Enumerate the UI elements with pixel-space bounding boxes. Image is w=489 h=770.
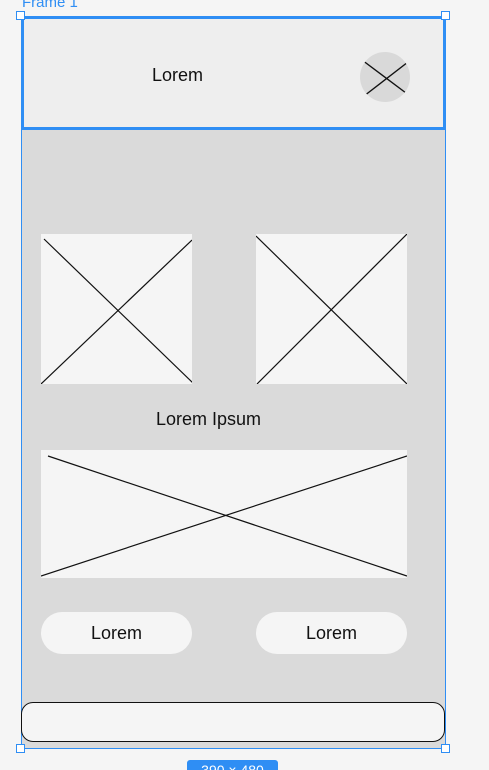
selection-handle-bottom-right[interactable] <box>441 744 450 753</box>
image-placeholder-left[interactable] <box>41 234 192 384</box>
placeholder-x-icon <box>41 238 192 384</box>
lorem-button-right[interactable]: Lorem <box>256 612 407 654</box>
placeholder-x-icon <box>256 234 407 384</box>
header-bar[interactable]: Lorem <box>21 16 446 130</box>
placeholder-x-icon <box>361 59 409 97</box>
avatar-placeholder[interactable] <box>360 52 410 102</box>
frame-label[interactable]: Frame 1 <box>22 0 78 12</box>
frame-size-badge: 390 × 480 <box>187 760 278 770</box>
section-title: Lorem Ipsum <box>156 409 262 429</box>
selection-handle-top-right[interactable] <box>441 11 450 20</box>
selection-handle-bottom-left[interactable] <box>16 744 25 753</box>
lorem-button-left[interactable]: Lorem <box>41 612 192 654</box>
image-placeholder-right[interactable] <box>256 234 407 384</box>
placeholder-x-icon <box>41 455 407 577</box>
image-placeholder-wide[interactable] <box>41 450 407 578</box>
bottom-input-bar[interactable] <box>21 702 445 742</box>
design-canvas: Frame 1 Lorem Lorem Ipsum Lorem Lorem 39… <box>0 0 489 770</box>
header-title: Lorem <box>152 65 204 85</box>
selection-handle-top-left[interactable] <box>16 11 25 20</box>
